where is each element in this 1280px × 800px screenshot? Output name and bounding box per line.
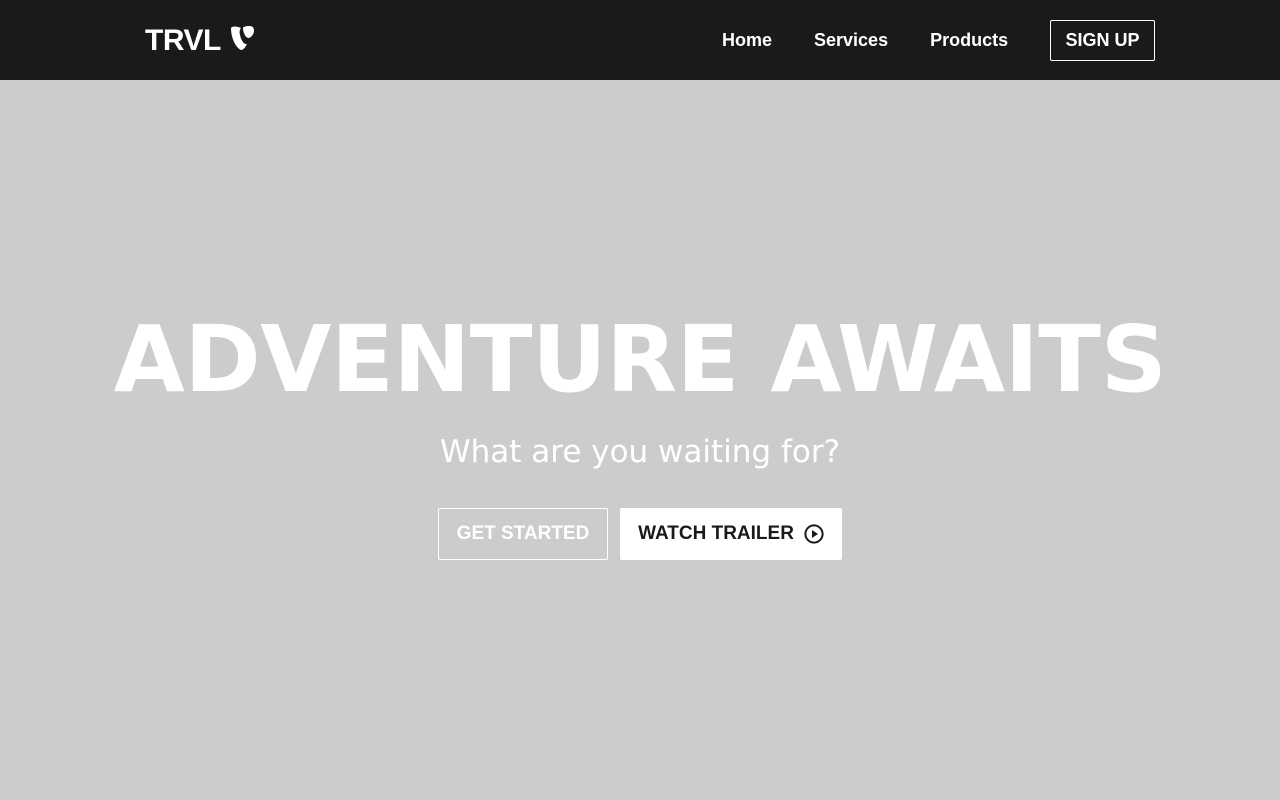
watch-trailer-button[interactable]: WATCH TRAILER: [620, 508, 842, 560]
watch-trailer-label: WATCH TRAILER: [638, 523, 794, 544]
typo3-logo-icon: [229, 25, 255, 51]
nav-item-services[interactable]: Services: [793, 0, 909, 80]
brand-name: TRVL: [145, 24, 221, 57]
nav-item-home[interactable]: Home: [701, 0, 793, 80]
hero-button-row: GET STARTED WATCH TRAILER: [438, 508, 842, 560]
hero-section: ADVENTURE AWAITS What are you waiting fo…: [0, 80, 1280, 800]
brand-logo-link[interactable]: TRVL: [145, 24, 255, 58]
nav-item-products[interactable]: Products: [909, 0, 1029, 80]
main-nav: Home Services Products: [701, 0, 1029, 80]
signup-button[interactable]: SIGN UP: [1050, 20, 1155, 61]
top-navbar: TRVL Home Services Products SIGN UP: [0, 0, 1280, 80]
hero-title: ADVENTURE AWAITS: [113, 306, 1167, 413]
get-started-label: GET STARTED: [456, 523, 590, 544]
hero-subtitle: What are you waiting for?: [439, 434, 841, 470]
get-started-button[interactable]: GET STARTED: [438, 508, 608, 560]
play-circle-icon: [804, 524, 824, 544]
